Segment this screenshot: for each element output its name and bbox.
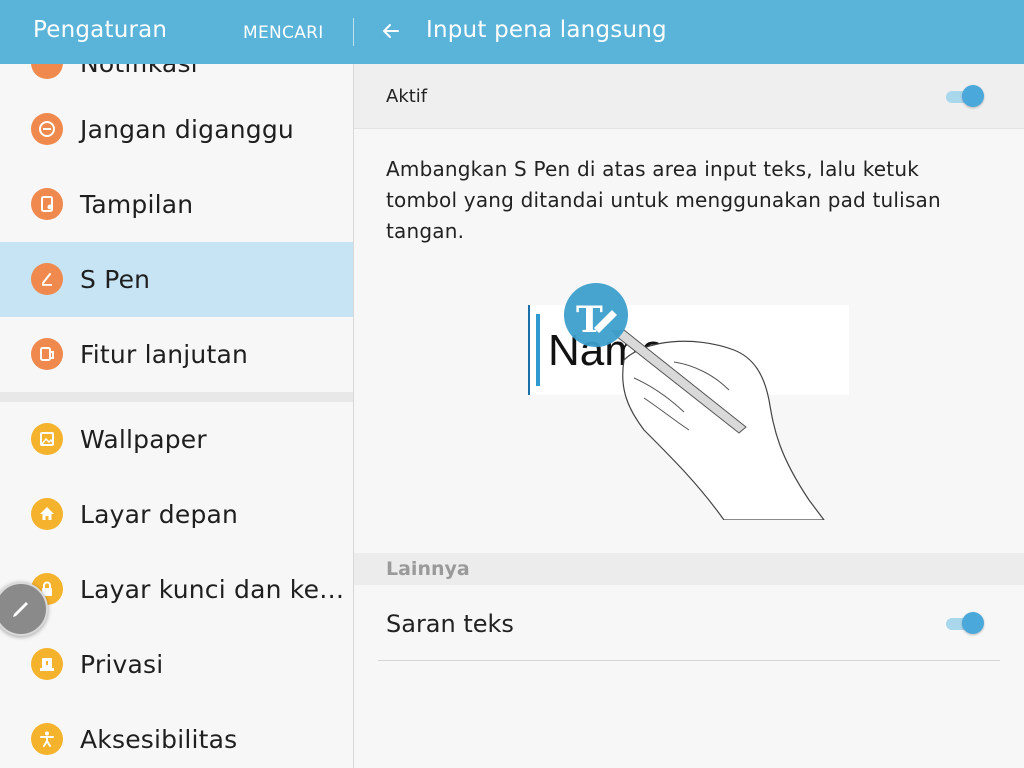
app-title: Pengaturan <box>33 17 168 43</box>
active-switch[interactable] <box>944 85 984 107</box>
group-divider <box>0 392 353 402</box>
handwriting-illustration: Name T <box>524 280 854 521</box>
text-suggestion-switch[interactable] <box>944 612 984 634</box>
sidebar-item-layar-depan[interactable]: Layar depan <box>0 477 353 552</box>
bell-icon <box>31 64 63 79</box>
sidebar-item-fitur-lanjutan[interactable]: Fitur lanjutan <box>0 317 353 392</box>
active-label: Aktif <box>386 86 428 107</box>
privacy-icon <box>31 648 63 680</box>
sidebar-item-s-pen[interactable]: S Pen <box>0 242 353 317</box>
accessibility-icon <box>31 723 63 755</box>
display-icon <box>31 188 63 220</box>
minus-circle-icon <box>31 113 63 145</box>
search-button[interactable]: MENCARI <box>243 23 324 43</box>
back-arrow-icon[interactable] <box>378 18 404 44</box>
sidebar-item-label: Layar kunci dan ke… <box>80 575 345 604</box>
sidebar-item-privasi[interactable]: Privasi <box>0 627 353 702</box>
active-toggle-row[interactable]: Aktif <box>354 64 1024 129</box>
detail-pane: Aktif Ambangkan S Pen di atas area input… <box>354 64 1024 768</box>
sidebar-item-wallpaper[interactable]: Wallpaper <box>0 402 353 477</box>
sidebar-item-aksesibilitas[interactable]: Aksesibilitas <box>0 702 353 768</box>
sidebar-item-label: Notifikasi <box>80 64 198 78</box>
home-icon <box>31 498 63 530</box>
section-header-label: Lainnya <box>386 558 470 580</box>
sidebar-item-label: S Pen <box>80 265 151 294</box>
sidebar-item-layar-kunci[interactable]: Layar kunci dan ke… <box>0 552 353 627</box>
text-suggestion-label: Saran teks <box>386 610 514 638</box>
text-suggestion-row[interactable]: Saran teks <box>354 585 1024 661</box>
svg-text:T: T <box>576 299 603 341</box>
switch-thumb <box>962 612 984 634</box>
top-bar: Pengaturan MENCARI Input pena langsung <box>0 0 1024 64</box>
sidebar-item-label: Fitur lanjutan <box>80 340 249 369</box>
header-divider <box>353 18 354 46</box>
pencil-icon <box>8 594 34 624</box>
pen-icon <box>31 263 63 295</box>
sidebar-item-label: Tampilan <box>80 190 194 219</box>
sidebar-item-label: Wallpaper <box>80 425 207 454</box>
section-header-lainnya: Lainnya <box>354 553 1024 585</box>
sidebar-item-label: Layar depan <box>80 500 239 529</box>
advanced-features-icon <box>31 338 63 370</box>
sidebar-item-jangan-diganggu[interactable]: Jangan diganggu <box>0 92 353 167</box>
sidebar-item-label: Privasi <box>80 650 164 679</box>
switch-thumb <box>962 85 984 107</box>
description-text: Ambangkan S Pen di atas area input teks,… <box>386 157 941 243</box>
image-icon <box>31 423 63 455</box>
sidebar-item-tampilan[interactable]: Tampilan <box>0 167 353 242</box>
sidebar-item-label: Jangan diganggu <box>80 115 294 144</box>
page-title: Input pena langsung <box>426 17 667 43</box>
row-divider <box>378 660 1000 661</box>
settings-sidebar: Notifikasi Jangan diganggu Tampilan S Pe… <box>0 64 354 768</box>
sidebar-item-label: Aksesibilitas <box>80 725 238 754</box>
